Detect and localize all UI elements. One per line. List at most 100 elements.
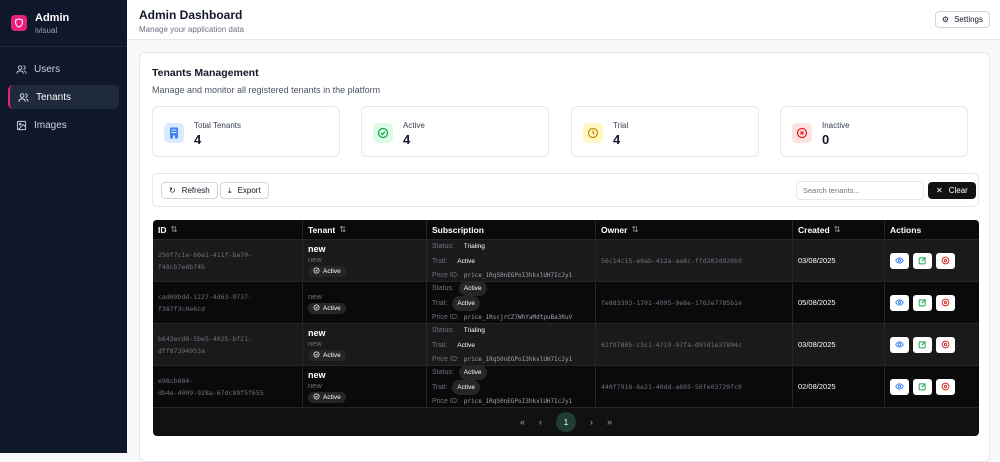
- deactivate-button[interactable]: [936, 378, 955, 395]
- cell-owner: 62f97805-c3c1-4719-97fa-d97d1e37894c: [596, 324, 793, 365]
- column-tenant[interactable]: Tenant ⇅: [303, 220, 427, 239]
- settings-button[interactable]: ⚙ Settings: [934, 11, 990, 28]
- stat-value: 4: [403, 132, 411, 147]
- brand-subtitle: ivisual: [35, 25, 58, 35]
- close-icon: ✕: [936, 186, 943, 195]
- status-label: Status:: [432, 369, 454, 376]
- view-button[interactable]: [890, 252, 909, 270]
- trial-label: Trial:: [432, 300, 448, 307]
- cell-created: 03/08/2025: [793, 324, 885, 365]
- status-text: Active: [323, 394, 341, 401]
- view-button[interactable]: [890, 336, 909, 353]
- next-page-button[interactable]: ›: [590, 417, 593, 427]
- clear-label: Clear: [948, 186, 968, 195]
- owner-id: 56c14c15-e0ab-412a-aa8c-ffd202d920b9: [601, 256, 742, 265]
- stat-label: Active: [403, 121, 425, 130]
- gear-icon: ⚙: [941, 15, 950, 24]
- header-label: Actions: [890, 224, 922, 235]
- view-button[interactable]: [890, 378, 909, 395]
- edit-button[interactable]: [913, 294, 932, 312]
- stat-value: 0: [822, 132, 830, 147]
- clear-button[interactable]: ✕ Clear: [928, 182, 976, 199]
- toolbar: ↻ Refresh ⤓ Export ✕ Clear: [152, 173, 979, 207]
- pagination: « ‹ 1 › »: [153, 407, 979, 436]
- stop-circle-icon: [941, 294, 950, 312]
- column-created[interactable]: Created ⇅: [793, 220, 885, 239]
- sort-icon: ⇅: [631, 224, 639, 234]
- deactivate-button[interactable]: [936, 336, 955, 354]
- brand-title: Admin: [35, 11, 70, 24]
- tenant-name: new: [308, 328, 326, 338]
- refresh-label: Refresh: [181, 186, 210, 195]
- created-date: 02/08/2025: [798, 382, 836, 391]
- view-button[interactable]: [890, 294, 909, 311]
- cell-actions: [885, 240, 979, 281]
- subscription-status: Trialing: [463, 243, 485, 250]
- edit-icon: [918, 336, 927, 354]
- last-page-button[interactable]: »: [607, 417, 612, 427]
- page-title: Admin Dashboard: [139, 8, 243, 22]
- column-actions: Actions: [885, 220, 979, 239]
- clock-icon: [583, 123, 603, 143]
- check-circle-icon: [313, 267, 320, 276]
- cell-actions: [885, 324, 979, 365]
- tenant-id-cont: db4e-4009-928a-67dc89f5f655: [158, 388, 264, 397]
- created-date: 03/08/2025: [798, 256, 836, 265]
- page-1-button[interactable]: 1: [556, 412, 576, 432]
- cell-owner: 440f7918-6e21-40dd-a695-56fe03729fc0: [596, 366, 793, 407]
- cell-tenant: new new Active: [303, 240, 427, 281]
- check-circle-icon: [313, 393, 320, 402]
- sort-icon: ⇅: [170, 224, 178, 234]
- column-id[interactable]: ID ⇅: [153, 220, 303, 239]
- edit-icon: [918, 294, 927, 312]
- sidebar-item-images[interactable]: Images: [8, 113, 119, 137]
- sidebar-item-label: Users: [34, 63, 61, 75]
- tenant-slug: new: [308, 255, 322, 264]
- sidebar-item-users[interactable]: Users: [8, 57, 119, 81]
- trial-status: Active: [452, 380, 480, 395]
- header: Admin Dashboard Manage your application …: [127, 0, 1000, 40]
- shield-icon: [11, 15, 27, 31]
- tenant-name: new: [308, 244, 326, 254]
- deactivate-button[interactable]: [936, 294, 955, 312]
- stat-total-tenants: Total Tenants 4: [152, 106, 340, 157]
- header-label: ID: [158, 224, 167, 235]
- cell-id: e98cb884- db4e-4009-928a-67dc89f5f655: [153, 366, 303, 407]
- created-date: 05/08/2025: [798, 298, 836, 307]
- sidebar-item-tenants[interactable]: Tenants: [8, 85, 119, 109]
- cell-subscription: Status: Active Trial: Active Price ID: pric…: [427, 281, 596, 323]
- export-button[interactable]: ⤓ Export: [220, 182, 269, 199]
- cell-owner: 56c14c15-e0ab-412a-aa8c-ffd202d920b9: [596, 240, 793, 281]
- stat-label: Inactive: [822, 121, 850, 130]
- edit-button[interactable]: [913, 336, 932, 354]
- table-header: ID ⇅ Tenant ⇅ Subscription Owner ⇅ Created ⇅…: [153, 220, 979, 239]
- deactivate-button[interactable]: [936, 252, 955, 269]
- tenant-slug: new: [308, 292, 322, 301]
- edit-button[interactable]: [913, 252, 932, 269]
- prev-page-button[interactable]: ‹: [539, 417, 542, 427]
- column-subscription: Subscription: [427, 220, 596, 239]
- tenants-card: Tenants Management Manage and monitor al…: [139, 52, 990, 462]
- search-input[interactable]: [796, 181, 924, 200]
- refresh-button[interactable]: ↻ Refresh: [161, 182, 218, 199]
- owner-id: 62f97805-c3c1-4719-97fa-d97d1e37894c: [601, 340, 742, 349]
- image-icon: [16, 120, 27, 130]
- column-owner[interactable]: Owner ⇅: [596, 220, 793, 239]
- settings-label: Settings: [954, 15, 983, 24]
- edit-button[interactable]: [913, 378, 932, 395]
- stop-circle-icon: [941, 336, 950, 354]
- status-badge: Active: [308, 303, 346, 314]
- cell-tenant: new new Active: [303, 324, 427, 365]
- tenants-table: ID ⇅ Tenant ⇅ Subscription Owner ⇅ Created ⇅…: [153, 220, 979, 436]
- trial-label: Trial:: [432, 342, 448, 349]
- stat-value: 4: [194, 132, 202, 147]
- status-label: Status:: [432, 327, 454, 334]
- first-page-button[interactable]: «: [520, 417, 525, 427]
- trial-label: Trial:: [432, 258, 448, 265]
- eye-icon: [895, 252, 904, 270]
- stat-label: Trial: [613, 121, 629, 130]
- trial-status: Active: [452, 296, 480, 311]
- cell-id: 250f7c1e-60a1-411f-ba70- f48cb7e6bf4b: [153, 240, 303, 281]
- header-label: Tenant: [308, 224, 336, 235]
- tenant-id-cont: f387f3c0e6cd: [158, 304, 205, 313]
